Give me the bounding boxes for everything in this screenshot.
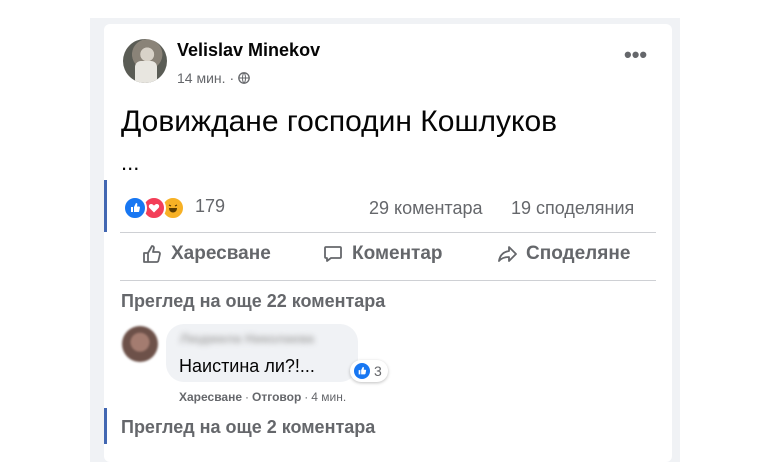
comment-button[interactable]: Коментар xyxy=(322,243,443,265)
comment-actions: Харесване · Отговор · 4 мин. xyxy=(179,390,346,404)
commenter-avatar[interactable] xyxy=(122,326,158,362)
thumbs-up-icon xyxy=(143,245,161,263)
comment-time[interactable]: 4 мин. xyxy=(311,390,346,404)
comment-label: Коментар xyxy=(352,243,443,264)
more-options-icon[interactable]: ••• xyxy=(624,44,647,66)
share-label: Споделяне xyxy=(526,243,631,264)
post-text-ellipsis[interactable]: ... xyxy=(121,150,139,176)
divider xyxy=(120,280,656,281)
post-time[interactable]: 14 мин. xyxy=(177,70,226,86)
comment-reply-button[interactable]: Отговор xyxy=(252,390,301,404)
shares-count[interactable]: 19 споделяния xyxy=(511,198,634,219)
comment-action-separator: · xyxy=(245,390,250,404)
meta-separator: · xyxy=(229,70,235,86)
view-more-replies-link[interactable]: Преглед на още 2 коментара xyxy=(121,417,375,438)
reactions-summary[interactable] xyxy=(123,196,185,220)
like-reaction-icon xyxy=(354,363,370,379)
post-text: Довиждане господин Кошлуков xyxy=(121,105,558,138)
like-reaction-icon xyxy=(123,196,147,220)
author-name[interactable]: Velislav Minekov xyxy=(177,40,320,61)
comment-reactions[interactable]: 3 xyxy=(350,360,388,382)
focus-indicator xyxy=(104,180,107,232)
share-icon xyxy=(498,246,517,262)
comments-count[interactable]: 29 коментара xyxy=(369,198,483,219)
comment-icon xyxy=(324,246,342,262)
commenter-name[interactable]: Людмила Николаева xyxy=(180,331,314,346)
post-meta: 14 мин. · xyxy=(177,70,251,86)
like-button[interactable]: Харесване xyxy=(141,243,271,265)
focus-indicator xyxy=(104,408,107,444)
comment-like-count: 3 xyxy=(374,363,382,379)
view-more-comments-link[interactable]: Преглед на още 22 коментара xyxy=(121,291,385,312)
comment-text: Наистина ли?!... xyxy=(179,356,315,376)
author-avatar[interactable] xyxy=(123,39,167,83)
comment-like-button[interactable]: Харесване xyxy=(179,390,242,404)
reactions-count[interactable]: 179 xyxy=(195,196,225,217)
globe-icon xyxy=(238,72,251,84)
comment-action-separator: · xyxy=(304,390,309,404)
divider xyxy=(120,232,656,233)
share-button[interactable]: Споделяне xyxy=(496,243,630,265)
like-label: Харесване xyxy=(171,243,271,264)
